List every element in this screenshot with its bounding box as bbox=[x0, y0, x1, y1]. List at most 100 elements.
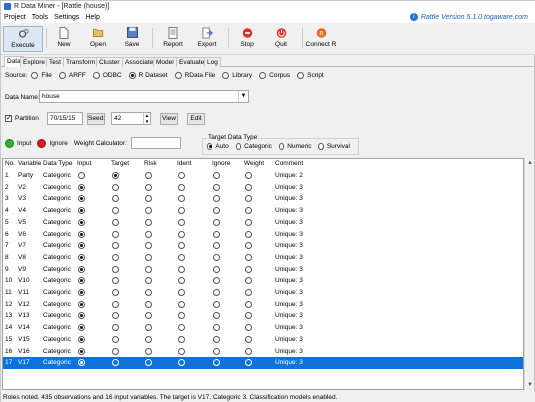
weight-role-radio[interactable] bbox=[245, 277, 252, 285]
tab-evaluate[interactable]: Evaluate bbox=[176, 57, 208, 67]
input-role-radio[interactable] bbox=[78, 359, 85, 367]
table-row[interactable]: 7 V7 Categoric Unique: 3 bbox=[3, 240, 523, 252]
weight-role-radio[interactable] bbox=[245, 242, 252, 250]
weight-role-radio[interactable] bbox=[245, 253, 252, 261]
ident-role-radio[interactable] bbox=[178, 183, 185, 191]
tab-test[interactable]: Test bbox=[46, 57, 64, 67]
risk-role-radio[interactable] bbox=[145, 347, 152, 355]
ident-role-radio[interactable] bbox=[178, 324, 185, 332]
save-button[interactable]: Save bbox=[112, 26, 152, 52]
input-role-radio[interactable] bbox=[78, 335, 85, 343]
weight-role-radio[interactable] bbox=[245, 335, 252, 343]
weight-role-radio[interactable] bbox=[245, 289, 252, 296]
ignore-role-radio[interactable] bbox=[213, 335, 220, 343]
ignore-role-radio[interactable] bbox=[213, 347, 220, 355]
ident-role-radio[interactable] bbox=[178, 195, 185, 203]
table-row[interactable]: 14 V14 Categoric Unique: 3 bbox=[3, 322, 523, 334]
target-role-radio[interactable] bbox=[112, 277, 119, 285]
risk-role-radio[interactable] bbox=[145, 289, 152, 296]
table-row[interactable]: 4 V4 Categoric Unique: 3 bbox=[3, 205, 523, 217]
weight-role-radio[interactable] bbox=[245, 324, 252, 332]
ignore-role-radio[interactable] bbox=[213, 242, 220, 250]
source-arff-radio[interactable] bbox=[58, 72, 66, 79]
source-library-radio[interactable] bbox=[222, 72, 230, 79]
target-numeric-radio[interactable] bbox=[278, 143, 285, 150]
ignore-role-radio[interactable] bbox=[213, 289, 220, 296]
tab-transform[interactable]: Transform bbox=[63, 57, 99, 67]
data-name-combobox[interactable]: house ▼ bbox=[39, 90, 249, 103]
input-role-radio[interactable] bbox=[78, 265, 85, 273]
weight-role-radio[interactable] bbox=[245, 265, 252, 273]
target-categoric-radio[interactable] bbox=[235, 143, 242, 150]
ident-role-radio[interactable] bbox=[178, 172, 185, 179]
menu-tools[interactable]: Tools bbox=[29, 14, 51, 21]
vertical-scrollbar[interactable]: ▲ ▼ bbox=[524, 158, 534, 390]
seed-button[interactable]: Seed: bbox=[87, 113, 105, 125]
ident-role-radio[interactable] bbox=[178, 335, 185, 343]
ident-role-radio[interactable] bbox=[178, 253, 185, 261]
ident-role-radio[interactable] bbox=[178, 242, 185, 250]
target-role-radio[interactable] bbox=[112, 207, 119, 215]
table-row[interactable]: 9 V9 Categoric Unique: 3 bbox=[3, 264, 523, 276]
table-row[interactable]: 10 V10 Categoric Unique: 3 bbox=[3, 275, 523, 287]
target-role-radio[interactable] bbox=[112, 265, 119, 273]
input-role-radio[interactable] bbox=[78, 347, 85, 355]
input-role-radio[interactable] bbox=[78, 218, 85, 226]
ignore-role-radio[interactable] bbox=[213, 253, 220, 261]
target-role-radio[interactable] bbox=[112, 172, 119, 179]
version-link[interactable]: i Rattle Version 5.1.0 togaware.com bbox=[409, 13, 528, 21]
table-row[interactable]: 12 V12 Categoric Unique: 3 bbox=[3, 299, 523, 311]
input-role-radio[interactable] bbox=[78, 230, 85, 238]
weight-role-radio[interactable] bbox=[245, 195, 252, 203]
risk-role-radio[interactable] bbox=[145, 277, 152, 285]
edit-button[interactable]: Edit bbox=[187, 113, 205, 125]
input-role-radio[interactable] bbox=[78, 300, 85, 308]
table-row[interactable]: 3 V3 Categoric Unique: 3 bbox=[3, 193, 523, 205]
ident-role-radio[interactable] bbox=[178, 359, 185, 367]
input-role-radio[interactable] bbox=[78, 172, 85, 179]
ident-role-radio[interactable] bbox=[178, 218, 185, 226]
risk-role-radio[interactable] bbox=[145, 172, 152, 179]
target-auto-radio[interactable] bbox=[207, 143, 213, 150]
risk-role-radio[interactable] bbox=[145, 242, 152, 250]
weight-role-radio[interactable] bbox=[245, 207, 252, 215]
table-row[interactable]: 15 V15 Categoric Unique: 3 bbox=[3, 334, 523, 346]
target-role-radio[interactable] bbox=[112, 335, 119, 343]
tab-model[interactable]: Model bbox=[153, 57, 177, 67]
ignore-dot-icon[interactable] bbox=[37, 139, 47, 148]
source-r-dataset-radio[interactable] bbox=[128, 72, 136, 79]
view-button[interactable]: View bbox=[160, 113, 178, 125]
risk-role-radio[interactable] bbox=[145, 359, 152, 367]
table-row[interactable]: 2 V2 Categoric Unique: 3 bbox=[3, 182, 523, 194]
input-role-radio[interactable] bbox=[78, 195, 85, 203]
ident-role-radio[interactable] bbox=[178, 289, 185, 296]
scroll-down-icon[interactable]: ▼ bbox=[527, 382, 533, 388]
table-row[interactable]: 6 V6 Categoric Unique: 3 bbox=[3, 229, 523, 241]
target-role-radio[interactable] bbox=[112, 359, 119, 367]
ignore-role-radio[interactable] bbox=[213, 218, 220, 226]
target-role-radio[interactable] bbox=[112, 183, 119, 191]
table-row[interactable]: 5 V5 Categoric Unique: 3 bbox=[3, 217, 523, 229]
risk-role-radio[interactable] bbox=[145, 195, 152, 203]
target-role-radio[interactable] bbox=[112, 230, 119, 238]
ignore-role-radio[interactable] bbox=[213, 277, 220, 285]
target-survival-radio[interactable] bbox=[318, 143, 324, 150]
source-corpus-radio[interactable] bbox=[259, 72, 267, 79]
input-role-radio[interactable] bbox=[78, 312, 85, 320]
ident-role-radio[interactable] bbox=[178, 300, 185, 308]
ignore-role-radio[interactable] bbox=[213, 195, 220, 203]
table-row[interactable]: 13 V13 Categoric Unique: 3 bbox=[3, 310, 523, 322]
risk-role-radio[interactable] bbox=[145, 207, 152, 215]
risk-role-radio[interactable] bbox=[145, 230, 152, 238]
table-row[interactable]: 1 Party Categoric Unique: 2 bbox=[3, 170, 523, 182]
ident-role-radio[interactable] bbox=[178, 265, 185, 273]
risk-role-radio[interactable] bbox=[145, 300, 152, 308]
seed-spinner-icon[interactable]: ▲ ▼ bbox=[143, 113, 150, 124]
seed-input[interactable]: 42 ▲ ▼ bbox=[111, 112, 151, 125]
input-role-radio[interactable] bbox=[78, 289, 85, 296]
quit-button[interactable]: Quit bbox=[261, 26, 301, 52]
source-file-radio[interactable] bbox=[31, 72, 39, 79]
ignore-role-radio[interactable] bbox=[213, 300, 220, 308]
weight-role-radio[interactable] bbox=[245, 347, 252, 355]
ident-role-radio[interactable] bbox=[178, 312, 185, 320]
